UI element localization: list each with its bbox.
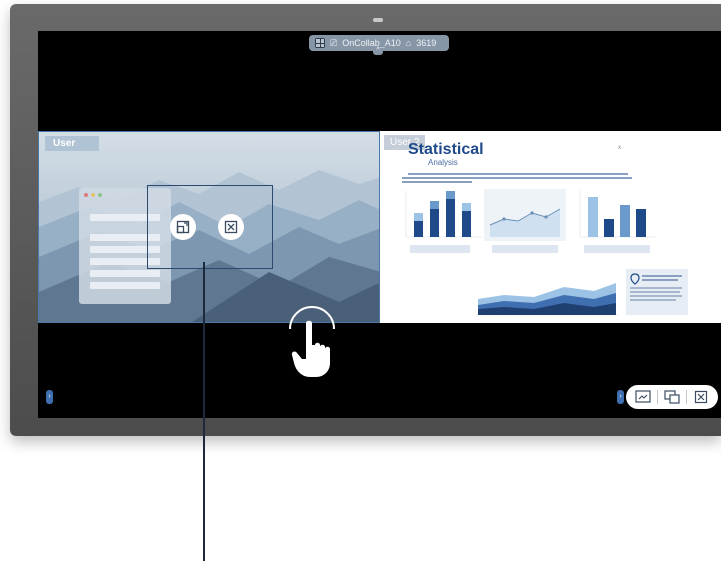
area-chart-2	[484, 189, 566, 241]
display-monitor: ⎚ OnCollab_A10 ⌂ 3619 ^ User User 2 Stat…	[10, 4, 721, 436]
close-icon[interactable]	[693, 390, 709, 404]
caption-box	[410, 245, 470, 253]
user-panel-left[interactable]: User	[38, 131, 380, 323]
paragraph-line	[408, 173, 628, 175]
caption-box	[492, 245, 558, 253]
document-subtitle: Analysis	[428, 158, 458, 167]
expand-right-arrow-icon[interactable]: ›	[617, 390, 624, 404]
session-code: 3619	[416, 38, 437, 48]
user-panel-right[interactable]: User 2 Statistical Analysis x	[380, 131, 721, 323]
chevron-up-icon[interactable]: ^	[373, 47, 383, 55]
window-icon[interactable]	[170, 214, 196, 240]
hand-pointer-icon	[289, 306, 335, 377]
divider	[657, 390, 658, 404]
selection-box[interactable]	[147, 185, 273, 269]
paragraph-line	[402, 181, 472, 183]
session-status-bar[interactable]: ⎚ OnCollab_A10 ⌂ 3619 ^	[309, 35, 449, 55]
user-label: User	[45, 136, 99, 151]
camera	[373, 18, 383, 22]
display-screen: ⎚ OnCollab_A10 ⌂ 3619 ^ User User 2 Stat…	[38, 31, 721, 418]
callout-line	[203, 262, 205, 561]
bar-chart-1	[405, 191, 482, 238]
location-pin-icon	[630, 273, 640, 285]
paragraph-line	[402, 177, 632, 179]
lock-icon: ⌂	[405, 38, 412, 48]
share-screen-icon[interactable]	[664, 390, 680, 404]
expand-left-arrow-icon[interactable]: ›	[46, 390, 53, 404]
cast-icon: ⎚	[330, 37, 338, 48]
session-name: OnCollab_A10	[342, 38, 401, 48]
caption-box	[584, 245, 650, 253]
panel-control-bar[interactable]	[626, 385, 718, 409]
divider	[686, 390, 687, 404]
info-card	[626, 269, 688, 315]
screenshot-icon[interactable]	[635, 390, 651, 404]
grid-icon	[315, 38, 325, 48]
close-mark-icon: x	[618, 145, 621, 151]
stacked-area-chart	[476, 283, 618, 316]
bar-chart-3	[579, 191, 656, 238]
close-icon[interactable]	[218, 214, 244, 240]
document-title: Statistical	[408, 141, 484, 158]
